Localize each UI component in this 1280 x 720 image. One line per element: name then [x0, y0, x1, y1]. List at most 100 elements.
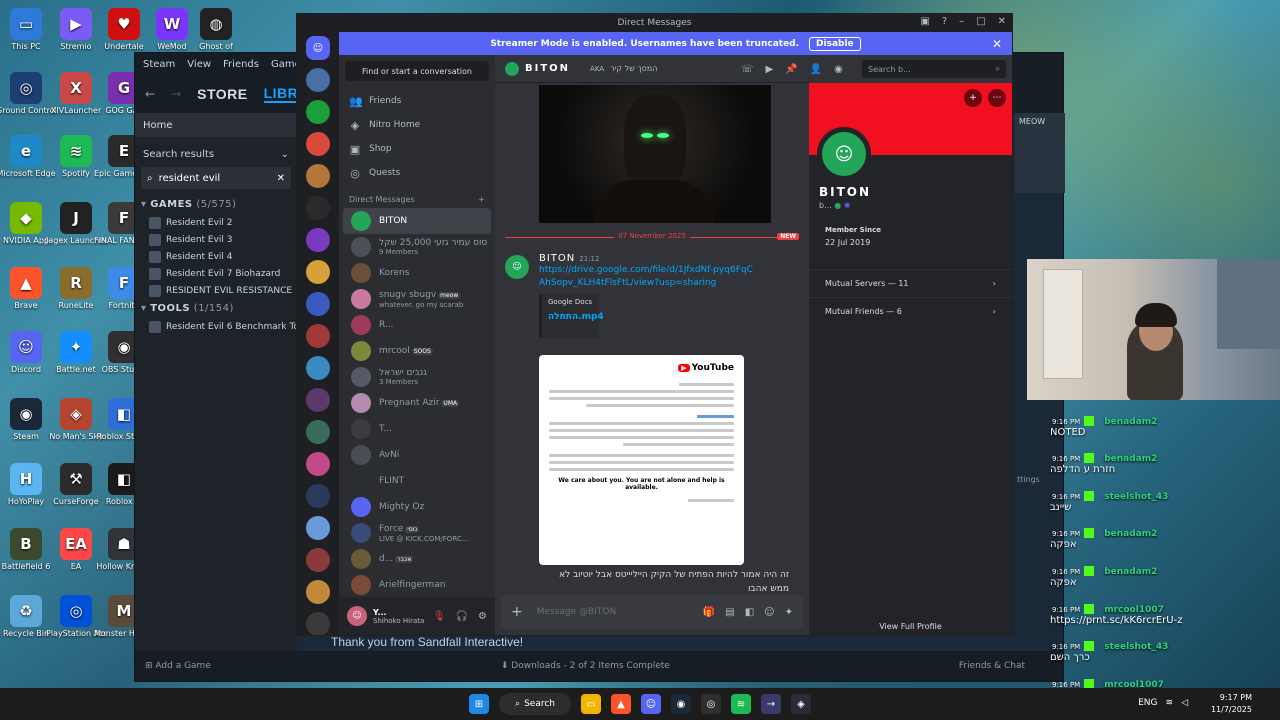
settings-gear-icon[interactable]: ⚙: [478, 611, 487, 622]
dm-item[interactable]: AvNi: [343, 442, 491, 468]
server-icon[interactable]: [306, 260, 330, 284]
dm-item[interactable]: Force כוסי LIVE @ KICK.COM/FORC...: [343, 520, 491, 546]
message-composer[interactable]: + Message @BITON 🎁 ▤ ◧ ☺ ✦: [501, 595, 803, 629]
dm-item[interactable]: Arielfingerman: [343, 572, 491, 598]
discord-home-icon[interactable]: ☺: [306, 36, 330, 60]
voice-call-icon[interactable]: ☏: [741, 64, 754, 75]
server-icon[interactable]: [306, 100, 330, 124]
nav-friends[interactable]: 👥 Friends: [339, 89, 495, 113]
add-friend-icon[interactable]: +: [964, 89, 982, 107]
dm-item[interactable]: T...: [343, 416, 491, 442]
file-explorer-icon[interactable]: ▭: [581, 694, 601, 714]
game-row[interactable]: Resident Evil 3: [135, 231, 297, 248]
brave-icon[interactable]: ▲: [611, 694, 631, 714]
pinned-icon[interactable]: 📌: [785, 64, 797, 75]
game-row[interactable]: Resident Evil 2: [135, 214, 297, 231]
add-attachment-icon[interactable]: +: [511, 604, 523, 620]
close-icon[interactable]: ✕: [998, 16, 1006, 27]
game-row[interactable]: Resident Evil 7 Biohazard: [135, 265, 297, 282]
message-avatar[interactable]: ☺: [505, 255, 529, 279]
mutual-friends-row[interactable]: Mutual Friends — 6 ›: [809, 297, 1012, 325]
friends-chat-button[interactable]: Friends & Chat: [959, 661, 1025, 671]
server-icon[interactable]: [306, 292, 330, 316]
server-icon[interactable]: [306, 164, 330, 188]
nav-quests[interactable]: ◎ Quests: [339, 161, 495, 185]
server-icon[interactable]: [306, 484, 330, 508]
mute-mic-icon[interactable]: 🎙: [433, 611, 446, 622]
tool-row[interactable]: Resident Evil 6 Benchmark Tool: [135, 318, 297, 335]
find-conversation-input[interactable]: Find or start a conversation: [345, 61, 489, 81]
disable-streamer-button[interactable]: Disable: [809, 36, 861, 51]
search-input[interactable]: Search b... ⌕: [862, 60, 1006, 78]
sticker-icon[interactable]: ◧: [745, 607, 754, 618]
dm-item[interactable]: סוס עמיר גזעי 25,000 שקל 9 Members: [343, 234, 491, 260]
friends-menu-item[interactable]: Friends: [223, 59, 259, 70]
message-author[interactable]: BITON 21:12: [539, 253, 799, 264]
discord-icon[interactable]: ☺: [641, 694, 661, 714]
language-indicator[interactable]: ENG: [1138, 698, 1157, 708]
dm-item[interactable]: Pregnant Azir UMA: [343, 390, 491, 416]
avatar[interactable]: ☺: [347, 606, 367, 626]
dm-item[interactable]: Mighty Oz: [343, 494, 491, 520]
minimize-icon[interactable]: –: [959, 16, 964, 27]
dm-item[interactable]: mrcool SOOS: [343, 338, 491, 364]
server-icon[interactable]: [306, 516, 330, 540]
downloads-status[interactable]: ⬇ Downloads - 2 of 2 Items Complete: [501, 661, 670, 671]
volume-icon[interactable]: ◁: [1181, 698, 1188, 708]
server-icon[interactable]: [306, 612, 330, 635]
clock[interactable]: 9:17 PM 11/7/2025: [1211, 692, 1252, 716]
library-search-input[interactable]: ⌕ resident evil ✕: [141, 167, 291, 189]
steam-menu-item[interactable]: Steam: [143, 59, 175, 70]
deafen-icon[interactable]: 🎧: [456, 611, 468, 622]
dm-item[interactable]: Korens: [343, 260, 491, 286]
nav-nitro-home[interactable]: ◈ Nitro Home: [339, 113, 495, 137]
back-arrow-icon[interactable]: ←: [145, 87, 155, 101]
server-icon[interactable]: [306, 132, 330, 156]
store-tab[interactable]: STORE: [197, 86, 247, 102]
game-row[interactable]: RESIDENT EVIL RESISTANCE: [135, 282, 297, 299]
gif-icon[interactable]: ▤: [725, 607, 734, 618]
mutual-servers-row[interactable]: Mutual Servers — 11 ›: [809, 269, 1012, 297]
add-friends-icon[interactable]: 👤: [810, 64, 822, 75]
maximize-icon[interactable]: □: [976, 16, 985, 27]
obs-icon[interactable]: ◎: [701, 694, 721, 714]
game-row[interactable]: Resident Evil 4: [135, 248, 297, 265]
profile-avatar[interactable]: ☺: [817, 127, 871, 181]
dm-item[interactable]: גנבים ישראל 3 Members: [343, 364, 491, 390]
windows-start-icon[interactable]: ⊞: [469, 694, 489, 714]
taskbar-search[interactable]: ⌕ Search: [499, 693, 571, 715]
server-icon[interactable]: [306, 356, 330, 380]
add-game-button[interactable]: ⊞ Add a Game: [145, 661, 211, 671]
forward-arrow-icon[interactable]: →: [171, 87, 181, 101]
server-icon[interactable]: [306, 196, 330, 220]
more-options-icon[interactable]: ⋯: [988, 89, 1006, 107]
dm-item[interactable]: d... אכבר: [343, 546, 491, 572]
dm-item[interactable]: R...: [343, 312, 491, 338]
wifi-icon[interactable]: ≋: [1166, 698, 1174, 708]
nav-shop[interactable]: ▣ Shop: [339, 137, 495, 161]
desktop-icon-ghost-of[interactable]: ◍ Ghost of: [186, 8, 246, 52]
dismiss-banner-icon[interactable]: ✕: [992, 37, 1002, 51]
drive-link[interactable]: https://drive.google.com/file/d/1JfxdNf-…: [539, 264, 759, 290]
server-icon[interactable]: [306, 580, 330, 604]
server-icon[interactable]: [306, 324, 330, 348]
server-icon[interactable]: [306, 68, 330, 92]
embed-title[interactable]: התחלה.mp4: [548, 312, 604, 322]
gift-icon[interactable]: 🎁: [703, 607, 715, 618]
home-button[interactable]: Home: [135, 113, 297, 137]
video-call-icon[interactable]: ▶: [766, 64, 774, 75]
app-icon[interactable]: →: [761, 694, 781, 714]
steam-icon[interactable]: ◉: [671, 694, 691, 714]
clear-search-icon[interactable]: ✕: [277, 173, 285, 184]
spotify-icon[interactable]: ≋: [731, 694, 751, 714]
search-results-dropdown[interactable]: Search results ⌄: [135, 143, 297, 165]
view-full-profile-button[interactable]: View Full Profile: [809, 622, 1012, 631]
user-profile-icon[interactable]: ◉: [834, 64, 843, 75]
games-category[interactable]: ▾ GAMES (5/575): [135, 195, 297, 214]
view-menu-item[interactable]: View: [187, 59, 211, 70]
server-icon[interactable]: [306, 548, 330, 572]
server-icon[interactable]: [306, 420, 330, 444]
dm-item[interactable]: snugv sbugv meow whatever. go my scarab: [343, 286, 491, 312]
server-icon[interactable]: [306, 452, 330, 476]
emoji-icon[interactable]: ☺: [764, 607, 774, 618]
